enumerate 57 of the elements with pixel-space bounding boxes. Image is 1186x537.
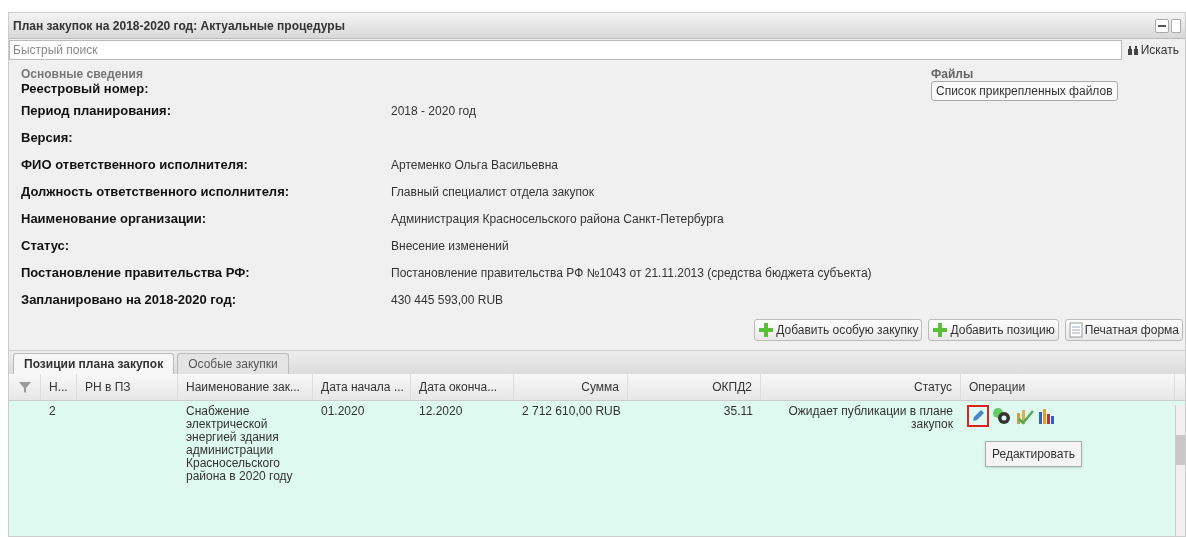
tab[interactable]: Особые закупки [177,353,289,374]
search-button[interactable]: Искать [1121,41,1185,59]
attached-files-button[interactable]: Список прикрепленных файлов [931,81,1118,101]
pencil-icon [971,409,985,423]
action-button[interactable]: Добавить позицию [928,319,1059,341]
minimize-button[interactable] [1155,18,1169,33]
column-header[interactable]: РН в ПЗ [77,374,178,400]
gear-icon[interactable] [992,407,1012,425]
tab[interactable]: Позиции плана закупок [13,353,175,374]
table-cell: 2 712 610,00 RUB [522,405,620,418]
chart-check-icon[interactable] [1015,407,1035,425]
column-header[interactable]: Дата оконча... [411,374,514,400]
field-value: Главный специалист отдела закупок [391,183,594,201]
table-cell-text: Снабжение электрической энергией здания администрации Красносельского района в 2020 году [186,405,294,483]
field-value: 2018 - 2020 год [391,102,476,120]
minus-icon [1158,24,1166,27]
table-cell-text: 35.11 [722,405,753,418]
column-header[interactable]: Статус [761,374,961,400]
column-header[interactable]: Н... [41,374,77,400]
field-label: Должность ответственного исполнителя: [21,182,291,201]
field-label: Версия: [21,128,74,147]
tooltip: Редактировать [985,441,1082,467]
bar-chart-icon[interactable] [1038,408,1056,424]
column-header[interactable]: Наименование зак... [178,374,313,400]
field-value: Артеменко Ольга Васильевна [391,156,558,174]
field-label: Статус: [21,236,71,255]
field-value: Администрация Красносельского района Санкт-Петербурга [391,210,724,228]
table-row[interactable]: 2 Снабжение электрической энергией здания администрации Красносельского района в 2020 году 01.2020 12.2020 2 712 610,00 RUB 35.11 Ожидает публикации в плане закупок Редактировать [9,401,1185,536]
plus-icon [932,322,949,338]
window-title: План закупок на 2018-2020 год: Актуальные процедуры [13,17,345,35]
binoculars-icon [1127,45,1138,55]
column-header[interactable]: Операции [961,374,1175,400]
column-header[interactable]: Сумма [514,374,628,400]
filter-icon [17,380,32,394]
field-label: ФИО ответственного исполнителя: [21,155,249,174]
document-icon [1068,322,1083,338]
table-cell-text: 2 [49,405,57,418]
table-cell-text: 12.2020 [419,405,464,418]
field-label: Запланировано на 2018-2020 год: [21,290,237,309]
action-button[interactable]: Печатная форма [1064,319,1183,341]
table-cell-text: Ожидает публикации в плане закупок [787,405,953,431]
field-label: Реестровый номер: [21,81,150,99]
action-button[interactable]: Добавить особую закупку [754,319,923,341]
edit-button[interactable] [967,405,989,427]
field-value: Внесение изменений [391,237,509,255]
table-cell-text: 01.2020 [321,405,366,418]
field-label: Период планирования: [21,101,172,120]
section-title: Основные сведения [21,67,144,81]
files-title: Файлы [931,67,974,81]
plus-icon [758,322,775,338]
column-header[interactable]: Дата начала ... [313,374,411,400]
search-field[interactable]: Быстрый поиск [9,40,1122,60]
column-header[interactable]: ОКПД2 [628,374,761,400]
field-label: Наименование организации: [21,209,208,228]
field-value: 430 445 593,00 RUB [391,291,504,309]
field-value: Постановление правительства РФ №1043 от 21.11.2013 (средства бюджета субъекта) [391,264,872,282]
field-label: Постановление правительства РФ: [21,263,251,282]
